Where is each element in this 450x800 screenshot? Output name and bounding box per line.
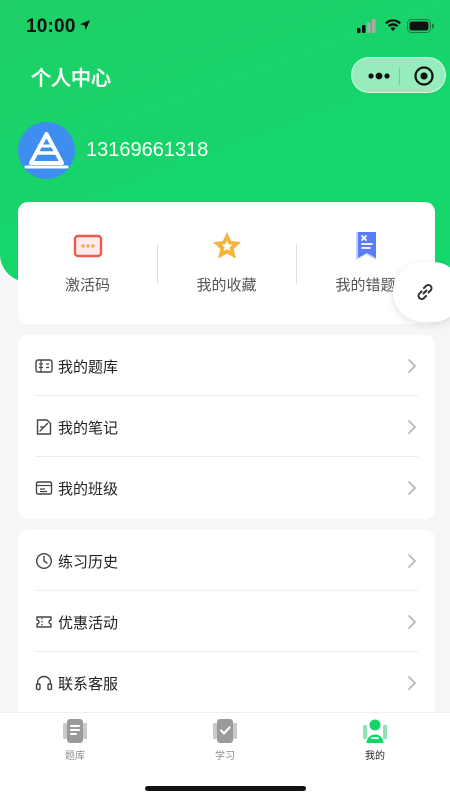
menu-label: 我的班级 — [58, 480, 119, 498]
home-indicator[interactable] — [145, 786, 306, 791]
link-icon — [417, 284, 433, 300]
wrong-bookmark-icon — [356, 232, 376, 260]
quick-favorites[interactable]: 我的收藏 — [157, 202, 296, 324]
capsule-divider — [399, 67, 400, 85]
menu-label: 联系客服 — [58, 675, 119, 693]
chevron-right-icon — [408, 676, 416, 690]
status-time: 10:00 — [26, 16, 76, 37]
user-phone-number: 13169661318 — [86, 139, 209, 161]
question-bank-icon — [35, 359, 53, 373]
battery-icon — [407, 19, 434, 33]
menu-item-practice-history[interactable]: 练习历史 — [18, 530, 435, 591]
cellular-signal-icon — [357, 19, 376, 33]
class-icon — [35, 481, 53, 495]
status-bar: 10:00 — [0, 0, 450, 50]
chevron-right-icon — [408, 420, 416, 434]
more-icon[interactable] — [366, 68, 392, 84]
menu-label: 我的笔记 — [58, 419, 119, 437]
menu-item-promotions[interactable]: 优惠活动 — [18, 591, 435, 652]
coupon-icon — [36, 616, 52, 628]
quick-actions-card: 激活码 我的收藏 我的错题 — [18, 202, 435, 324]
avatar[interactable] — [18, 122, 75, 179]
tab-label: 题库 — [65, 751, 85, 762]
tab-question-bank[interactable]: 题库 — [0, 713, 150, 773]
chevron-right-icon — [408, 615, 416, 629]
menu-card-study: 我的题库 我的笔记 我的班级 — [18, 335, 435, 519]
menu-item-my-class[interactable]: 我的班级 — [18, 457, 435, 518]
menu-label: 优惠活动 — [58, 614, 119, 632]
tab-mine[interactable]: 我的 — [300, 713, 450, 773]
headset-icon — [35, 675, 53, 691]
chevron-right-icon — [408, 359, 416, 373]
page-title: 个人中心 — [31, 66, 111, 90]
star-icon — [213, 232, 241, 259]
chevron-right-icon — [408, 481, 416, 495]
tab-study[interactable]: 学习 — [150, 713, 300, 773]
tab-label: 学习 — [215, 751, 235, 762]
location-arrow-icon — [80, 20, 90, 30]
wifi-icon — [385, 19, 401, 31]
floating-share-button[interactable] — [393, 262, 450, 322]
tab-label: 我的 — [365, 751, 385, 762]
chevron-right-icon — [408, 554, 416, 568]
mini-program-capsule — [351, 57, 446, 93]
note-icon — [36, 419, 52, 435]
quick-activation-code[interactable]: 激活码 — [18, 202, 157, 324]
profile-icon — [363, 719, 387, 743]
avatar-logo-icon — [24, 132, 69, 169]
ticket-code-icon — [73, 234, 103, 258]
menu-card-more: 练习历史 优惠活动 联系客服 — [18, 530, 435, 720]
menu-label: 练习历史 — [58, 553, 119, 571]
close-mini-program-icon[interactable] — [413, 65, 435, 87]
clock-icon — [35, 552, 53, 570]
quick-label-favorites: 我的收藏 — [196, 276, 257, 294]
menu-item-my-notes[interactable]: 我的笔记 — [18, 396, 435, 457]
menu-label: 我的题库 — [58, 358, 119, 376]
quick-label-activation-code: 激活码 — [64, 276, 110, 294]
book-icon — [63, 719, 87, 743]
menu-item-my-question-bank[interactable]: 我的题库 — [18, 335, 435, 396]
menu-item-customer-service[interactable]: 联系客服 — [18, 652, 435, 713]
study-icon — [213, 719, 237, 743]
